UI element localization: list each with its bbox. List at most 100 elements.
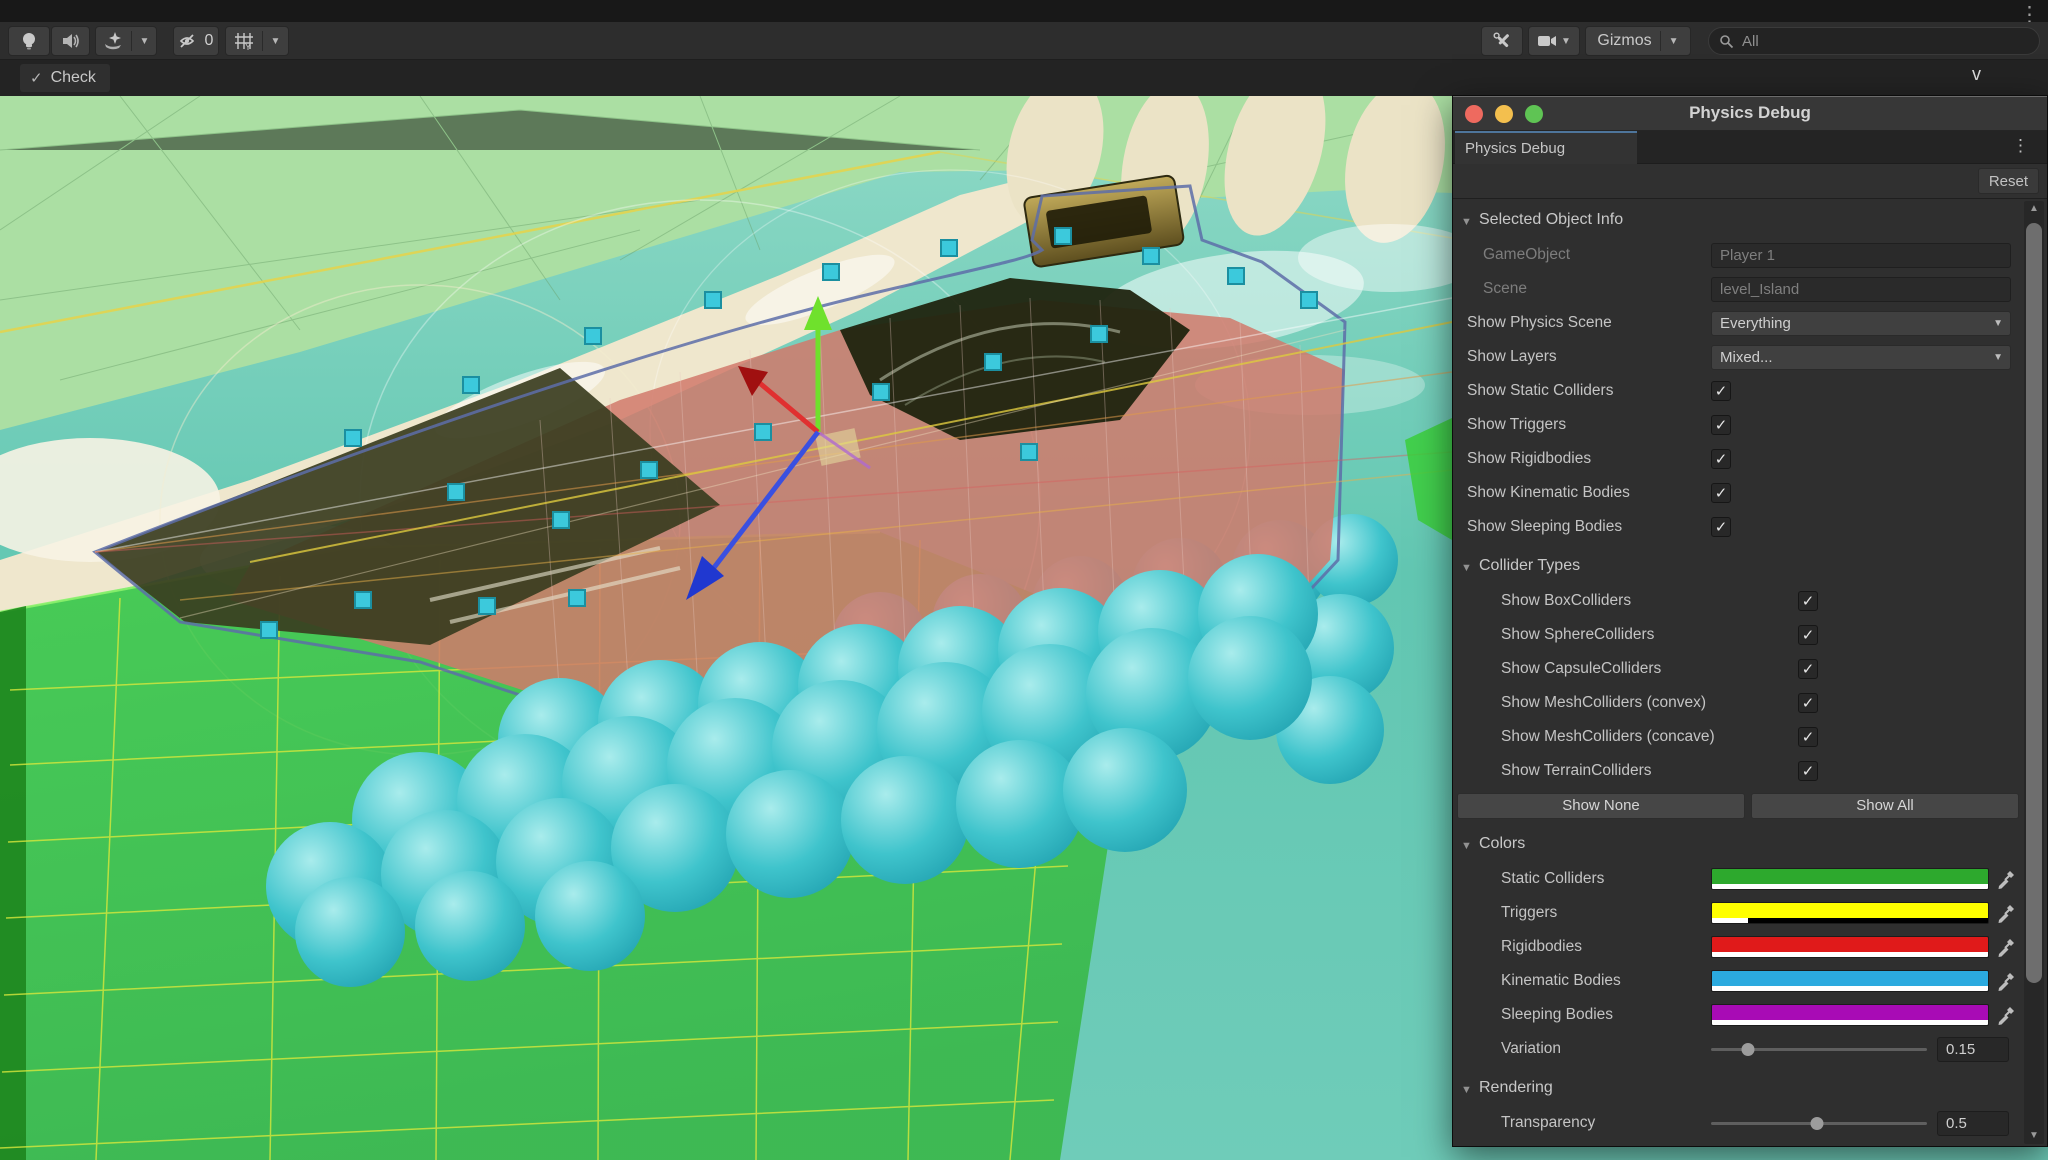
boxcolliders-checkbox[interactable]: ✓: [1798, 591, 1818, 611]
eyedropper-icon[interactable]: [1995, 1004, 2017, 1026]
tab-menu-icon[interactable]: ⋮: [2012, 136, 2029, 156]
check-mark-icon: ✓: [30, 69, 43, 87]
sparkle-icon: [103, 31, 123, 51]
dropdown-label: Show Physics Scene: [1467, 314, 1612, 332]
clipped-bottom-row: [1453, 1141, 2047, 1146]
foldout-colors[interactable]: ▼ Colors: [1453, 829, 2047, 863]
kinematic-bodies-color-swatch[interactable]: [1711, 970, 1989, 992]
svg-text:Y: Y: [245, 42, 251, 51]
foldout-rendering[interactable]: ▼ Rendering: [1453, 1073, 2047, 1107]
audio-toggle-button[interactable]: [51, 26, 90, 56]
field-label: GameObject: [1483, 246, 1570, 264]
sleeping-bodies-color-swatch[interactable]: [1711, 1004, 1989, 1026]
show-boxcolliders-row: Show BoxColliders ✓: [1453, 585, 2047, 619]
physics-scene-dropdown[interactable]: Everything ▼: [1711, 311, 2011, 336]
scroll-up-arrow[interactable]: ▲: [2024, 201, 2044, 217]
dropdown-value: Mixed...: [1720, 349, 1773, 366]
rigidbodies-color-swatch[interactable]: [1711, 936, 1989, 958]
tab-physics-debug[interactable]: Physics Debug: [1455, 131, 1637, 164]
transparency-slider-thumb[interactable]: [1810, 1117, 1823, 1130]
grid-settings-button[interactable]: Y ▼: [225, 26, 289, 56]
check-toggle-label: Check: [51, 69, 96, 87]
transparency-slider[interactable]: [1711, 1122, 1927, 1125]
window-titlebar[interactable]: Physics Debug: [1453, 96, 2047, 131]
scene-search-field[interactable]: All: [1708, 27, 2040, 55]
variation-slider[interactable]: [1711, 1048, 1927, 1051]
toggle-label: Show Sleeping Bodies: [1467, 518, 1622, 536]
static-colliders-color-swatch[interactable]: [1711, 868, 1989, 890]
lighting-toggle-button[interactable]: [8, 26, 50, 56]
foldout-collider-types[interactable]: ▼ Collider Types: [1453, 551, 2047, 585]
triggers-checkbox[interactable]: ✓: [1711, 415, 1731, 435]
effects-toggle-button[interactable]: ▼: [95, 26, 157, 56]
variation-value-field[interactable]: 0.15: [1937, 1037, 2009, 1062]
slider-label: Variation: [1501, 1040, 1561, 1058]
scrollbar-thumb[interactable]: [2026, 223, 2042, 983]
toggle-label: Show MeshColliders (concave): [1501, 728, 1715, 746]
show-sleeping-bodies-row: Show Sleeping Bodies ✓: [1453, 511, 2047, 545]
show-none-button[interactable]: Show None: [1457, 793, 1745, 819]
kinematic-bodies-checkbox[interactable]: ✓: [1711, 483, 1731, 503]
reset-button[interactable]: Reset: [1978, 168, 2039, 194]
foldout-arrow-icon[interactable]: ▼: [1461, 216, 1472, 228]
foldout-arrow-icon[interactable]: ▼: [1461, 840, 1472, 852]
eyedropper-icon[interactable]: [1995, 868, 2017, 890]
color-label: Kinematic Bodies: [1501, 972, 1621, 990]
show-all-button[interactable]: Show All: [1751, 793, 2019, 819]
scroll-down-arrow[interactable]: ▼: [2024, 1128, 2044, 1144]
check-toggle[interactable]: ✓ Check: [20, 64, 110, 92]
search-value: All: [1742, 33, 1759, 50]
transparency-value-field[interactable]: 0.5: [1937, 1111, 2009, 1136]
foldout-arrow-icon[interactable]: ▼: [1461, 562, 1472, 574]
panel-scrollbar[interactable]: ▲ ▼: [2024, 201, 2044, 1144]
camera-settings-button[interactable]: ▼: [1528, 26, 1580, 56]
button-divider: [131, 31, 132, 51]
layers-dropdown[interactable]: Mixed... ▼: [1711, 345, 2011, 370]
sceneview-toolbar: ▼ 0 Y ▼ ▼ Gizmos ▼: [0, 22, 2048, 60]
eye-off-icon: [179, 33, 201, 49]
meshcolliders-convex-checkbox[interactable]: ✓: [1798, 693, 1818, 713]
show-static-colliders-row: Show Static Colliders ✓: [1453, 375, 2047, 409]
terraincolliders-checkbox[interactable]: ✓: [1798, 761, 1818, 781]
hidden-count: 0: [205, 32, 214, 50]
show-triggers-row: Show Triggers ✓: [1453, 409, 2047, 443]
capsulecolliders-checkbox[interactable]: ✓: [1798, 659, 1818, 679]
grid-dropdown-arrow[interactable]: ▼: [271, 36, 281, 47]
toggle-label: Show Kinematic Bodies: [1467, 484, 1630, 502]
static-colliders-color-row: Static Colliders: [1453, 863, 2047, 897]
sleeping-bodies-checkbox[interactable]: ✓: [1711, 517, 1731, 537]
show-spherecolliders-row: Show SphereColliders ✓: [1453, 619, 2047, 653]
effects-dropdown-arrow[interactable]: ▼: [140, 36, 150, 47]
section-header-label: Collider Types: [1479, 557, 1580, 575]
show-terraincolliders-row: Show TerrainColliders ✓: [1453, 755, 2047, 789]
chevron-down-icon: ▼: [1993, 312, 2003, 335]
rigidbodies-checkbox[interactable]: ✓: [1711, 449, 1731, 469]
static-colliders-checkbox[interactable]: ✓: [1711, 381, 1731, 401]
eyedropper-icon[interactable]: [1995, 936, 2017, 958]
eyedropper-icon[interactable]: [1995, 902, 2017, 924]
eyedropper-icon[interactable]: [1995, 970, 2017, 992]
chevron-down-icon: ▼: [1993, 346, 2003, 369]
speaker-icon: [61, 32, 81, 50]
tools-button[interactable]: [1481, 26, 1523, 56]
spherecolliders-checkbox[interactable]: ✓: [1798, 625, 1818, 645]
toggle-label: Show Static Colliders: [1467, 382, 1613, 400]
variation-slider-thumb[interactable]: [1741, 1043, 1754, 1056]
gizmos-dropdown[interactable]: Gizmos ▼: [1585, 26, 1691, 56]
show-meshcolliders-concave-row: Show MeshColliders (concave) ✓: [1453, 721, 2047, 755]
grid-icon: Y: [234, 31, 254, 51]
meshcolliders-concave-checkbox[interactable]: ✓: [1798, 727, 1818, 747]
hidden-objects-button[interactable]: 0: [173, 26, 219, 56]
triggers-color-swatch[interactable]: [1711, 902, 1989, 924]
lightbulb-icon: [20, 31, 38, 51]
foldout-selected-object-info[interactable]: ▼ Selected Object Info: [1453, 205, 2047, 239]
dropdown-value: Everything: [1720, 315, 1791, 332]
foldout-arrow-icon[interactable]: ▼: [1461, 1084, 1472, 1096]
show-meshcolliders-convex-row: Show MeshColliders (convex) ✓: [1453, 687, 2047, 721]
gizmos-label: Gizmos: [1597, 32, 1651, 50]
camera-dropdown-arrow[interactable]: ▼: [1561, 36, 1571, 47]
gameobject-row: GameObject Player 1: [1453, 239, 2047, 273]
button-divider: [1660, 31, 1661, 51]
variation-row: Variation 0.15: [1453, 1033, 2047, 1067]
section-header-label: Colors: [1479, 835, 1525, 853]
